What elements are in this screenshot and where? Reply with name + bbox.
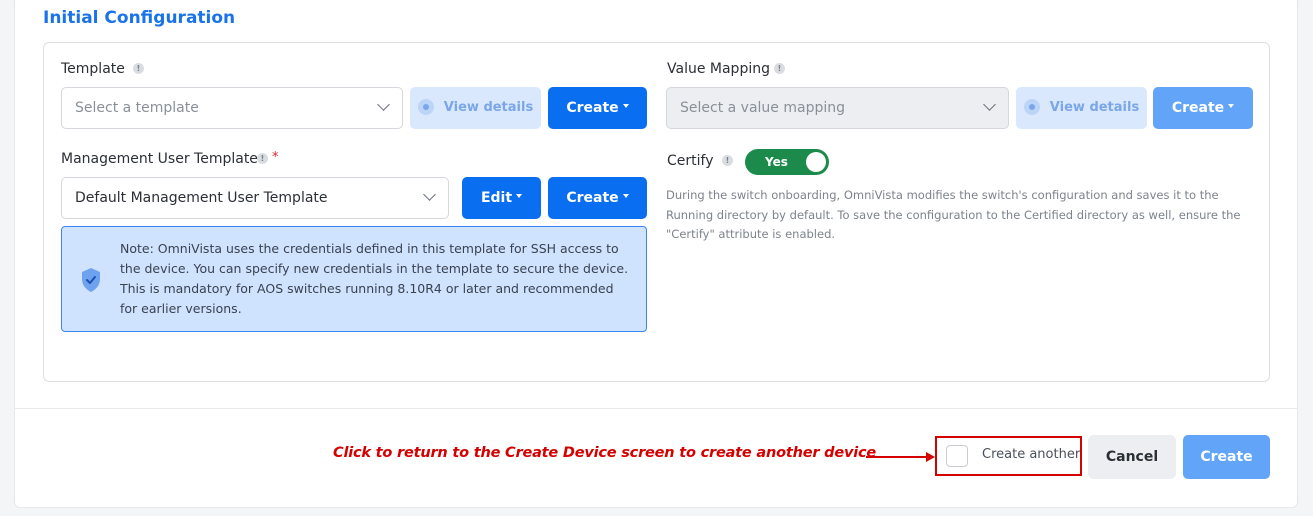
eye-icon: [1023, 98, 1040, 115]
view-details-label: View details: [1049, 100, 1140, 115]
eye-icon: [417, 98, 434, 115]
footer-divider: [14, 408, 1298, 409]
section-title: Initial Configuration: [43, 8, 236, 28]
mgmt-user-template-value: Default Management User Template: [75, 190, 328, 206]
info-icon[interactable]: !: [722, 155, 733, 166]
template-view-details-button[interactable]: View details: [410, 87, 541, 129]
chevron-down-icon: [377, 98, 390, 111]
toggle-value: Yes: [765, 155, 788, 169]
annotation-highlight-box: [935, 436, 1082, 476]
certify-help-text: During the switch onboarding, OmniVista …: [666, 188, 1241, 241]
caret-down-icon: [622, 194, 629, 198]
view-details-label: View details: [443, 100, 534, 115]
template-label: Template: [61, 61, 125, 77]
caret-down-icon: [516, 194, 523, 198]
edit-label: Edit: [480, 190, 513, 206]
credentials-note: Note: OmniVista uses the credentials def…: [61, 226, 647, 332]
value-mapping-placeholder: Select a value mapping: [680, 100, 845, 116]
value-mapping-create-button[interactable]: Create: [1153, 87, 1253, 129]
toggle-knob: [806, 152, 826, 172]
mgmt-user-template-label: Management User Template: [61, 151, 258, 167]
annotation-text: Click to return to the Create Device scr…: [333, 445, 877, 461]
annotation-arrow-line: [866, 456, 928, 458]
note-text: Note: OmniVista uses the credentials def…: [120, 241, 629, 316]
cancel-button[interactable]: Cancel: [1088, 435, 1176, 479]
caret-down-icon: [622, 104, 629, 108]
required-mark: *: [272, 150, 279, 165]
template-create-button[interactable]: Create: [548, 87, 647, 129]
create-label: Create: [566, 100, 619, 116]
arrow-right-icon: [926, 452, 935, 462]
create-button[interactable]: Create: [1183, 435, 1270, 479]
certify-label: Certify: [667, 153, 714, 169]
mgmt-user-template-create-button[interactable]: Create: [548, 177, 647, 219]
create-label: Create: [566, 190, 619, 206]
shield-check-icon: [82, 268, 100, 292]
mgmt-user-template-edit-button[interactable]: Edit: [462, 177, 541, 219]
certify-toggle[interactable]: Yes: [745, 149, 829, 175]
caret-down-icon: [1228, 104, 1235, 108]
mgmt-user-template-select[interactable]: Default Management User Template: [61, 177, 449, 219]
template-placeholder: Select a template: [75, 100, 199, 116]
create-label: Create: [1171, 100, 1225, 116]
value-mapping-label: Value Mapping: [667, 61, 770, 77]
info-icon[interactable]: !: [257, 153, 268, 164]
chevron-down-icon: [983, 98, 996, 111]
template-select[interactable]: Select a template: [61, 87, 403, 129]
info-icon[interactable]: !: [133, 63, 144, 74]
info-icon[interactable]: !: [774, 63, 785, 74]
value-mapping-view-details-button[interactable]: View details: [1016, 87, 1147, 129]
value-mapping-select[interactable]: Select a value mapping: [666, 87, 1009, 129]
chevron-down-icon: [423, 188, 436, 201]
